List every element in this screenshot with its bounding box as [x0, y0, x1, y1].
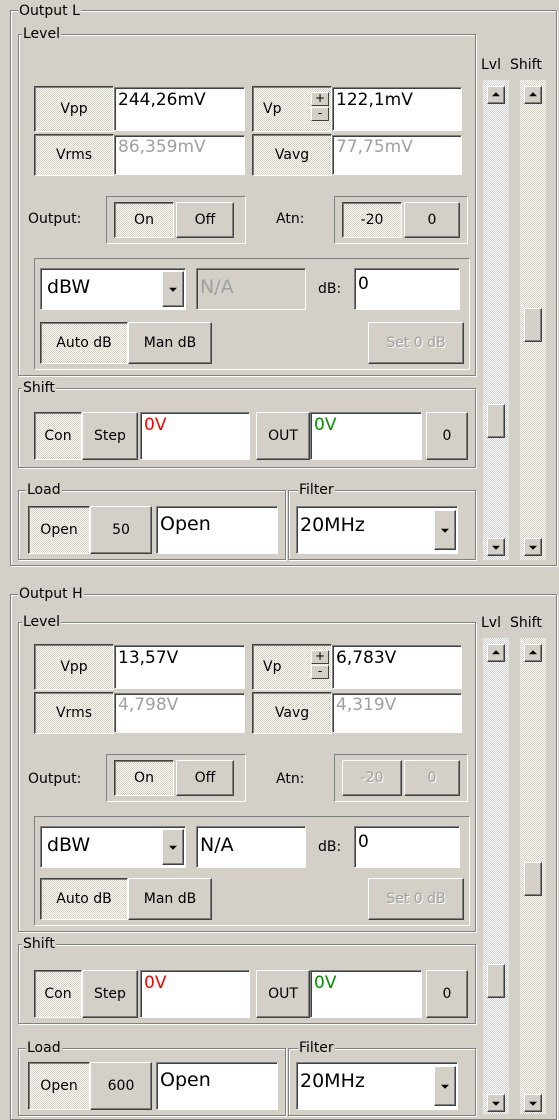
atn-0-button[interactable]: 0	[404, 202, 460, 238]
shift-down-arrow-icon[interactable]	[524, 1094, 542, 1112]
lvl-slider-label: Lvl	[481, 615, 501, 631]
out-zero-button[interactable]: 0	[426, 412, 468, 460]
output-label: Output:	[28, 211, 82, 227]
shift-up-arrow-icon[interactable]	[524, 644, 542, 662]
vrms-value-field: 86,359mV	[114, 135, 245, 175]
shift-up-arrow-icon[interactable]	[524, 86, 542, 104]
auto-db-button[interactable]: Auto dB	[40, 322, 128, 364]
filter-select-arrow-icon[interactable]	[434, 1066, 456, 1106]
vpp-button[interactable]: Vpp	[34, 86, 114, 132]
increment-button[interactable]: +	[311, 92, 329, 106]
lvl-slider-label: Lvl	[481, 57, 501, 73]
shift-slider-thumb[interactable]	[524, 862, 542, 896]
unit-value-field: N/A	[196, 268, 306, 310]
output-title: Output H	[18, 586, 84, 602]
level-title: Level	[22, 26, 61, 42]
auto-db-button[interactable]: Auto dB	[40, 878, 128, 920]
vrms-button[interactable]: Vrms	[34, 134, 114, 176]
decrement-button[interactable]: -	[311, 665, 329, 679]
lvl-down-arrow-icon[interactable]	[487, 1094, 505, 1112]
atn-label: Atn:	[276, 771, 305, 787]
lvl-slider[interactable]	[483, 638, 509, 1114]
vrms-button[interactable]: Vrms	[34, 692, 114, 734]
decrement-button[interactable]: -	[311, 107, 329, 121]
output-on-button[interactable]: On	[114, 760, 174, 796]
vpp-value-field[interactable]: 244,26mV	[114, 87, 245, 131]
shift-down-arrow-icon[interactable]	[524, 538, 542, 556]
db-value-field[interactable]: 0	[354, 268, 460, 310]
out-value-field[interactable]: 0V	[310, 412, 422, 460]
unit-value-field: N/A	[196, 826, 306, 868]
load-title: Load	[26, 1040, 62, 1056]
vavg-button[interactable]: Vavg	[252, 692, 332, 734]
out-value-field[interactable]: 0V	[310, 970, 422, 1018]
vpp-value-field[interactable]: 13,57V	[114, 645, 245, 689]
output-label: Output:	[28, 771, 82, 787]
load-preset-button[interactable]: 50	[90, 506, 152, 554]
vp-value-field[interactable]: 122,1mV	[332, 87, 462, 131]
output-h-panel: Output H Level Vpp 13,57V Vp + - 6,783V …	[0, 566, 559, 1120]
out-zero-button[interactable]: 0	[426, 970, 468, 1018]
shift-slider-thumb[interactable]	[524, 308, 542, 342]
shift-con-button[interactable]: Con	[34, 412, 82, 460]
db-label: dB:	[318, 839, 342, 855]
shift-slider-label: Shift	[510, 615, 542, 631]
increment-button[interactable]: +	[311, 650, 329, 664]
lvl-slider-thumb[interactable]	[487, 964, 505, 998]
shift-value-field[interactable]: 0V	[140, 970, 250, 1018]
load-title: Load	[26, 482, 62, 498]
lvl-slider[interactable]	[483, 80, 509, 560]
output-on-button[interactable]: On	[114, 202, 174, 238]
filter-select-arrow-icon[interactable]	[434, 510, 456, 550]
man-db-button[interactable]: Man dB	[128, 322, 212, 364]
level-title: Level	[22, 614, 61, 630]
vp-value-field[interactable]: 6,783V	[332, 645, 462, 689]
shift-step-button[interactable]: Step	[82, 412, 138, 460]
lvl-up-arrow-icon[interactable]	[487, 86, 505, 104]
lvl-down-arrow-icon[interactable]	[487, 538, 505, 556]
shift-con-button[interactable]: Con	[34, 970, 82, 1018]
out-button[interactable]: OUT	[256, 970, 310, 1018]
load-value-field[interactable]: Open	[156, 506, 278, 554]
man-db-button[interactable]: Man dB	[128, 878, 212, 920]
atn-minus20-button[interactable]: -20	[342, 202, 402, 238]
shift-value-field[interactable]: 0V	[140, 412, 250, 460]
shift-title: Shift	[22, 936, 56, 952]
unit-select-arrow-icon[interactable]	[162, 829, 184, 865]
shift-title: Shift	[22, 380, 56, 396]
atn-label: Atn:	[276, 211, 305, 227]
vavg-value-field: 4,319V	[332, 693, 462, 733]
set-0db-button[interactable]: Set 0 dB	[368, 322, 464, 364]
output-off-button[interactable]: Off	[176, 202, 234, 238]
out-button[interactable]: OUT	[256, 412, 310, 460]
shift-step-button[interactable]: Step	[82, 970, 138, 1018]
output-l-panel: Output L Level Vpp 244,26mV Vp + - 122,1…	[0, 0, 559, 566]
output-title: Output L	[18, 3, 81, 19]
db-label: dB:	[318, 281, 342, 297]
lvl-slider-thumb[interactable]	[487, 404, 505, 438]
vrms-value-field: 4,798V	[114, 693, 245, 733]
load-open-button[interactable]: Open	[28, 506, 90, 554]
atn-minus20-button[interactable]: -20	[342, 760, 402, 796]
vavg-value-field: 77,75mV	[332, 135, 462, 175]
filter-title: Filter	[298, 482, 335, 498]
load-value-field[interactable]: Open	[156, 1062, 278, 1110]
atn-0-button[interactable]: 0	[404, 760, 460, 796]
output-off-button[interactable]: Off	[176, 760, 234, 796]
vpp-button[interactable]: Vpp	[34, 644, 114, 690]
vavg-button[interactable]: Vavg	[252, 134, 332, 176]
load-preset-button[interactable]: 600	[90, 1062, 152, 1110]
shift-slider-label: Shift	[510, 57, 542, 73]
lvl-up-arrow-icon[interactable]	[487, 644, 505, 662]
filter-title: Filter	[298, 1040, 335, 1056]
set-0db-button[interactable]: Set 0 dB	[368, 878, 464, 920]
load-open-button[interactable]: Open	[28, 1062, 90, 1110]
db-value-field[interactable]: 0	[354, 826, 460, 868]
unit-select-arrow-icon[interactable]	[162, 271, 184, 307]
